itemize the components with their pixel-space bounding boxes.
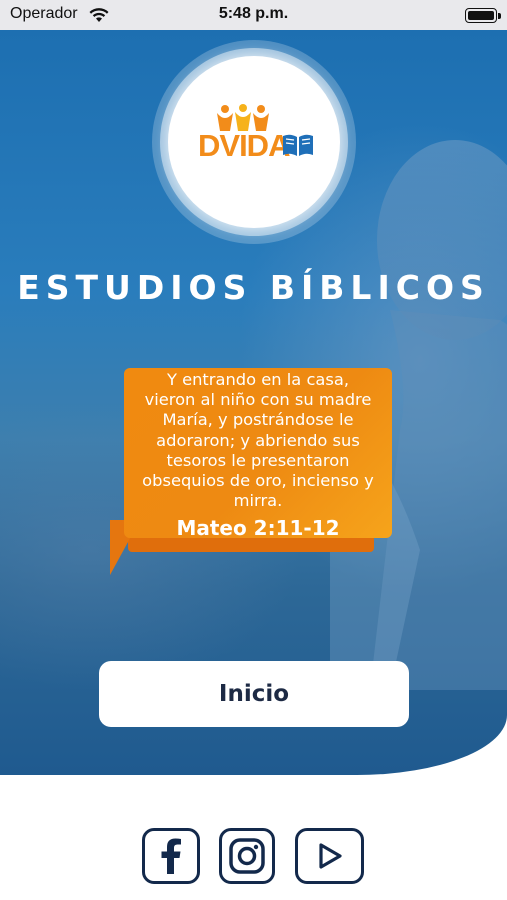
facebook-icon [161, 838, 181, 874]
verse-line: obsequios de oro, incienso y [142, 471, 374, 491]
verse-line: tesoros le presentaron [166, 450, 350, 470]
clock: 5:48 p.m. [218, 5, 289, 22]
verse-reference: Mateo 2:11-12 [176, 516, 340, 540]
youtube-icon [318, 843, 342, 869]
logo-text: DVIDA [198, 128, 290, 163]
verse-line: vieron al niño con su madre [144, 390, 372, 410]
verse-text: Y entrando en la casa, vieron al niño co… [124, 370, 392, 511]
page-title: ESTUDIOS BÍBLICOS [17, 268, 490, 307]
verse-bubble: Y entrando en la casa, vieron al niño co… [124, 368, 392, 540]
book-icon [283, 134, 313, 156]
status-bar: Operador 5:48 p.m. [0, 0, 507, 30]
facebook-button[interactable] [142, 828, 200, 884]
verse-line: Y entrando en la casa, [166, 370, 350, 389]
battery-icon [465, 8, 501, 23]
verse-line: adoraron; y abriendo sus [156, 430, 360, 450]
youtube-button[interactable] [295, 828, 364, 884]
start-button[interactable]: Inicio [99, 661, 409, 727]
screen: Operador 5:48 p.m. DVIDA ESTUDIOS BÍBLIC… [0, 0, 507, 900]
instagram-button[interactable] [219, 828, 275, 884]
verse-line: mirra. [233, 491, 283, 511]
verse-line: María, y postrándose le [162, 410, 354, 430]
instagram-icon [229, 838, 265, 874]
